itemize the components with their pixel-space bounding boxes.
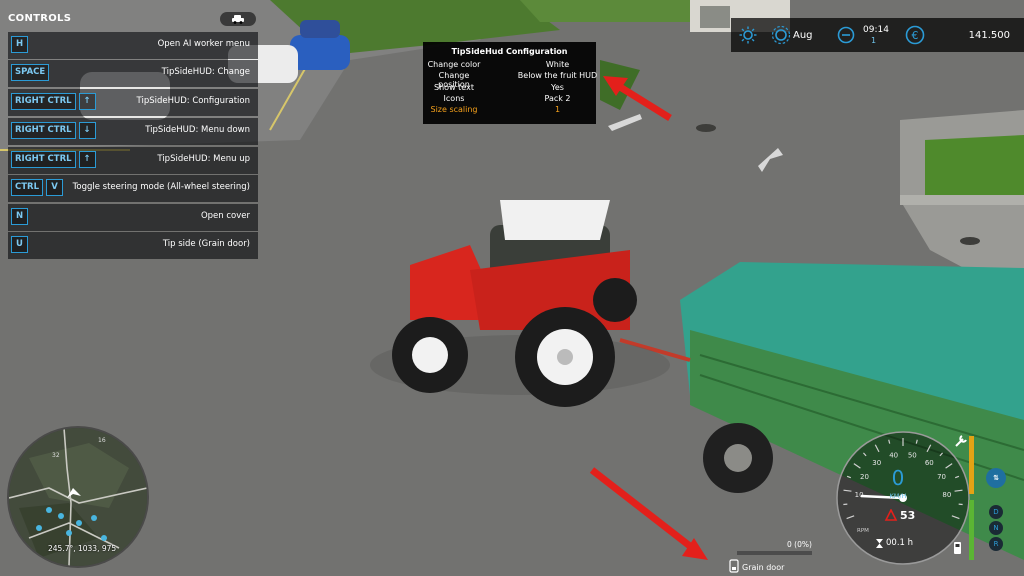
manhole [696,124,716,132]
control-row-tipsidehud-change[interactable]: SPACE TipSideHUD: Change [8,60,258,87]
fuel-percent: 53 [900,509,916,522]
vehicle-badge [220,12,256,26]
hedge [925,135,1024,200]
minimap-field-label: 32 [52,452,60,459]
speed-value: 0 [891,466,905,490]
speedo-tick-label: 20 [860,473,869,481]
control-row-tipsidehud-menu-up[interactable]: RIGHT CTRL ↑ TipSideHUD: Menu up [8,147,258,174]
control-label: TipSideHUD: Menu down [145,125,250,135]
key-cap: RIGHT CTRL [11,151,76,168]
gear-indicator-r: R [989,537,1003,551]
control-label: Open cover [200,211,250,221]
cruise-control-icon[interactable]: ⇅ [986,468,1006,488]
config-row-change-color[interactable]: Change color White [423,60,596,71]
speedo-tick-label: 60 [925,459,934,467]
time-label: 09:14 [863,25,889,35]
arrow-up-icon: ↑ [78,151,96,168]
config-key: Change color [427,60,481,69]
tipsidehud-config-panel: TipSideHud Configuration Change color Wh… [423,42,598,124]
key-cap: RIGHT CTRL [11,122,76,139]
config-value: White [545,60,570,69]
rpm-label: RPM [857,528,869,534]
key-cap: N [11,208,28,225]
config-value: Below the fruit HUD [517,71,598,80]
arrow-up-icon: ↑ [78,93,96,110]
euro-icon: € [905,25,925,45]
trailer-icon [729,559,739,573]
config-value: Pack 2 [544,94,571,103]
config-key: Show text [434,83,474,92]
speedo-tick-label: 40 [889,451,898,459]
fuel-bar [969,500,974,560]
config-row-show-text[interactable]: Show text Yes [423,83,596,94]
key-cap: SPACE [11,64,50,81]
control-label: Open AI worker menu [157,39,250,49]
controls-title: CONTROLS [8,13,72,24]
control-row-steering-mode[interactable]: CTRL V Toggle steering mode (All-wheel s… [8,175,258,202]
speedo-tick-label: 50 [908,451,917,459]
config-key: Icons [443,94,465,103]
gear-indicator-n: N [989,521,1003,535]
config-row-size-scaling[interactable]: Size scaling 1 [423,105,596,116]
svg-text:€: € [912,29,919,42]
damage-bar [969,436,974,494]
config-key: Size scaling [430,105,478,114]
control-label: Tip side (Grain door) [162,239,250,249]
minimap-field-label: 16 [98,437,106,444]
control-row-ai-worker[interactable]: H Open AI worker menu [8,32,258,59]
operating-time: 00.1 h [886,538,914,548]
time-speed-label: 1 [871,36,877,45]
season-label: Aug [793,30,813,41]
speed-unit: KM/H [889,492,907,500]
config-value: Yes [551,83,564,92]
control-row-open-cover[interactable]: N Open cover [8,204,258,231]
key-cap: CTRL [11,179,43,196]
clock-icon [837,26,855,44]
top-status-hud: Aug 09:14 1 € 141.500 [731,18,1024,52]
season-gear-icon [771,25,791,45]
control-label: TipSideHUD: Menu up [157,154,250,164]
key-cap: H [11,36,28,53]
wrench-icon [955,435,967,447]
key-cap: U [11,236,28,253]
fuel-pump-icon [954,542,961,554]
config-row-change-position[interactable]: Change position Below the fruit HUD [423,71,598,89]
key-cap: V [46,179,63,196]
fill-level-bar [737,551,812,555]
tipsidehud-config-title: TipSideHud Configuration [451,47,568,56]
hourglass-icon [876,539,883,548]
control-label: TipSideHUD: Change [161,67,250,77]
control-row-tipsidehud-configuration[interactable]: RIGHT CTRL ↑ TipSideHUD: Configuration [8,89,258,116]
gear-indicator-d: D [989,505,1003,519]
car-icon [232,15,244,24]
arrow-down-icon: ↓ [78,122,96,139]
fill-level-text: 0 (0%) [787,540,812,549]
control-label: TipSideHUD: Configuration [136,96,250,106]
player-coordinates: 245.7°, 1033, 975 [48,544,117,553]
config-value: 1 [554,105,561,114]
speedo-tick-label: 80 [942,491,951,499]
speedo-tick-label: 70 [937,473,946,481]
control-label: Toggle steering mode (All-wheel steering… [72,182,250,192]
money-label: 141.500 [968,30,1010,41]
sun-icon [739,26,757,44]
fill-type-name: Grain door [742,563,785,572]
control-row-tip-side[interactable]: U Tip side (Grain door) [8,232,258,259]
control-row-tipsidehud-menu-down[interactable]: RIGHT CTRL ↓ TipSideHUD: Menu down [8,118,258,145]
fuel-icon [884,509,898,521]
key-cap: RIGHT CTRL [11,93,76,110]
config-row-icons[interactable]: Icons Pack 2 [423,94,596,105]
